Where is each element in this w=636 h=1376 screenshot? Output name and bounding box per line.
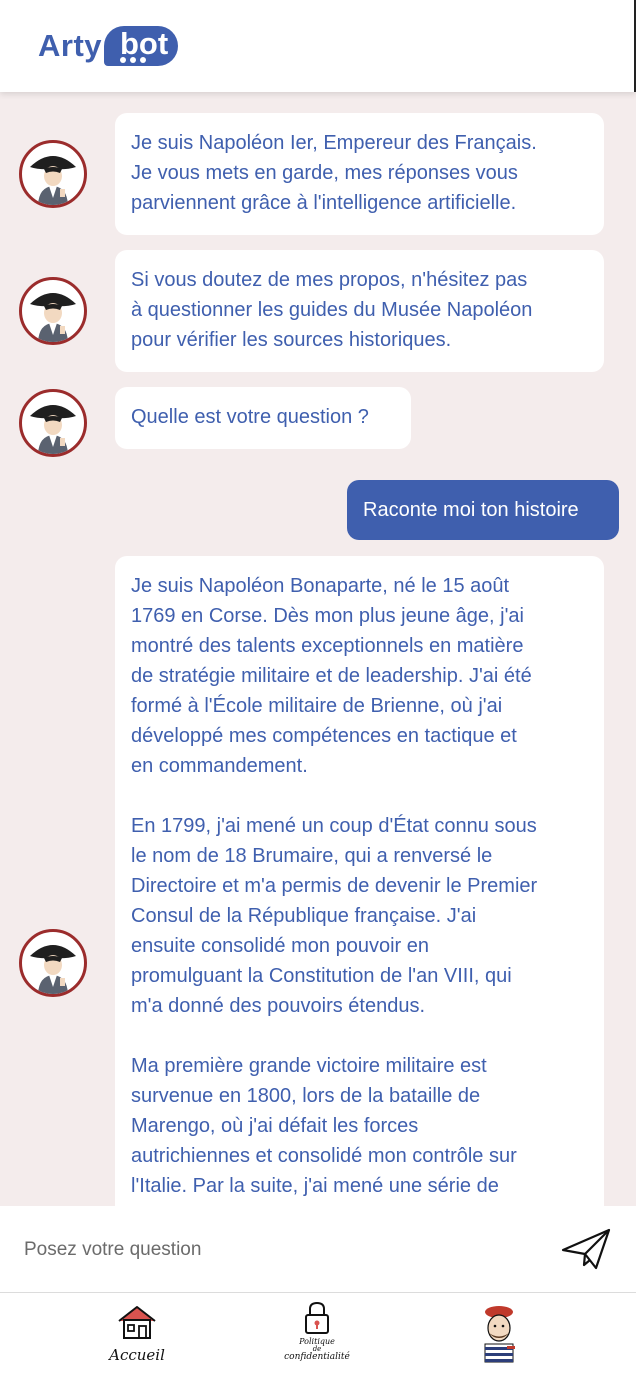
artist-avatar-icon xyxy=(484,1306,515,1363)
bot-message-row: Si vous doutez de mes propos, n'hésitez … xyxy=(0,250,636,372)
bot-message-row: Je suis Napoléon Bonaparte, né le 15 aoû… xyxy=(0,556,636,1206)
napoleon-avatar-icon xyxy=(19,277,87,345)
napoleon-avatar-icon xyxy=(19,929,87,997)
logo-bot-badge: bot xyxy=(104,26,178,66)
padlock-icon xyxy=(305,1301,329,1334)
logo-text-arty: Arty xyxy=(38,28,103,63)
bot-message-row: Quelle est votre question ? xyxy=(0,387,636,457)
bot-message-bubble: Si vous doutez de mes propos, n'hésitez … xyxy=(115,250,604,372)
nav-item-accueil[interactable]: Accueil xyxy=(82,1300,192,1372)
nav-item-politique-confidentialite[interactable]: Politique de confidentialité xyxy=(262,1300,372,1372)
napoleon-avatar-icon xyxy=(19,389,87,457)
nav-item-artist[interactable] xyxy=(444,1300,554,1372)
header: Arty bot xyxy=(0,0,636,92)
nav-label-accueil: Accueil xyxy=(109,1346,165,1364)
bot-message-bubble: Quelle est votre question ? xyxy=(115,387,411,449)
send-button[interactable] xyxy=(560,1226,612,1272)
nav-label-confidentialite: confidentialité xyxy=(284,1352,350,1362)
bot-message-bubble: Je suis Napoléon Bonaparte, né le 15 aoû… xyxy=(115,556,604,1206)
napoleon-avatar-icon xyxy=(19,140,87,208)
app-root: Arty bot Je suis Napoléon Ier, Empereur … xyxy=(0,0,636,1376)
paper-plane-icon xyxy=(561,1228,611,1270)
logo-dots-icon xyxy=(120,57,146,63)
user-message-bubble: Raconte moi ton histoire xyxy=(347,480,619,540)
composer xyxy=(0,1206,636,1293)
house-icon xyxy=(118,1306,156,1339)
bot-message-row: Je suis Napoléon Ier, Empereur des Franç… xyxy=(0,113,636,235)
question-input[interactable] xyxy=(22,1230,506,1270)
bot-message-bubble: Je suis Napoléon Ier, Empereur des Franç… xyxy=(115,113,604,235)
chat-area[interactable]: Je suis Napoléon Ier, Empereur des Franç… xyxy=(0,92,636,1206)
user-message-row: Raconte moi ton histoire xyxy=(0,480,636,540)
bottom-navigation: Accueil Politique de confidentialité xyxy=(0,1292,636,1376)
artybot-logo[interactable]: Arty bot xyxy=(38,24,183,72)
